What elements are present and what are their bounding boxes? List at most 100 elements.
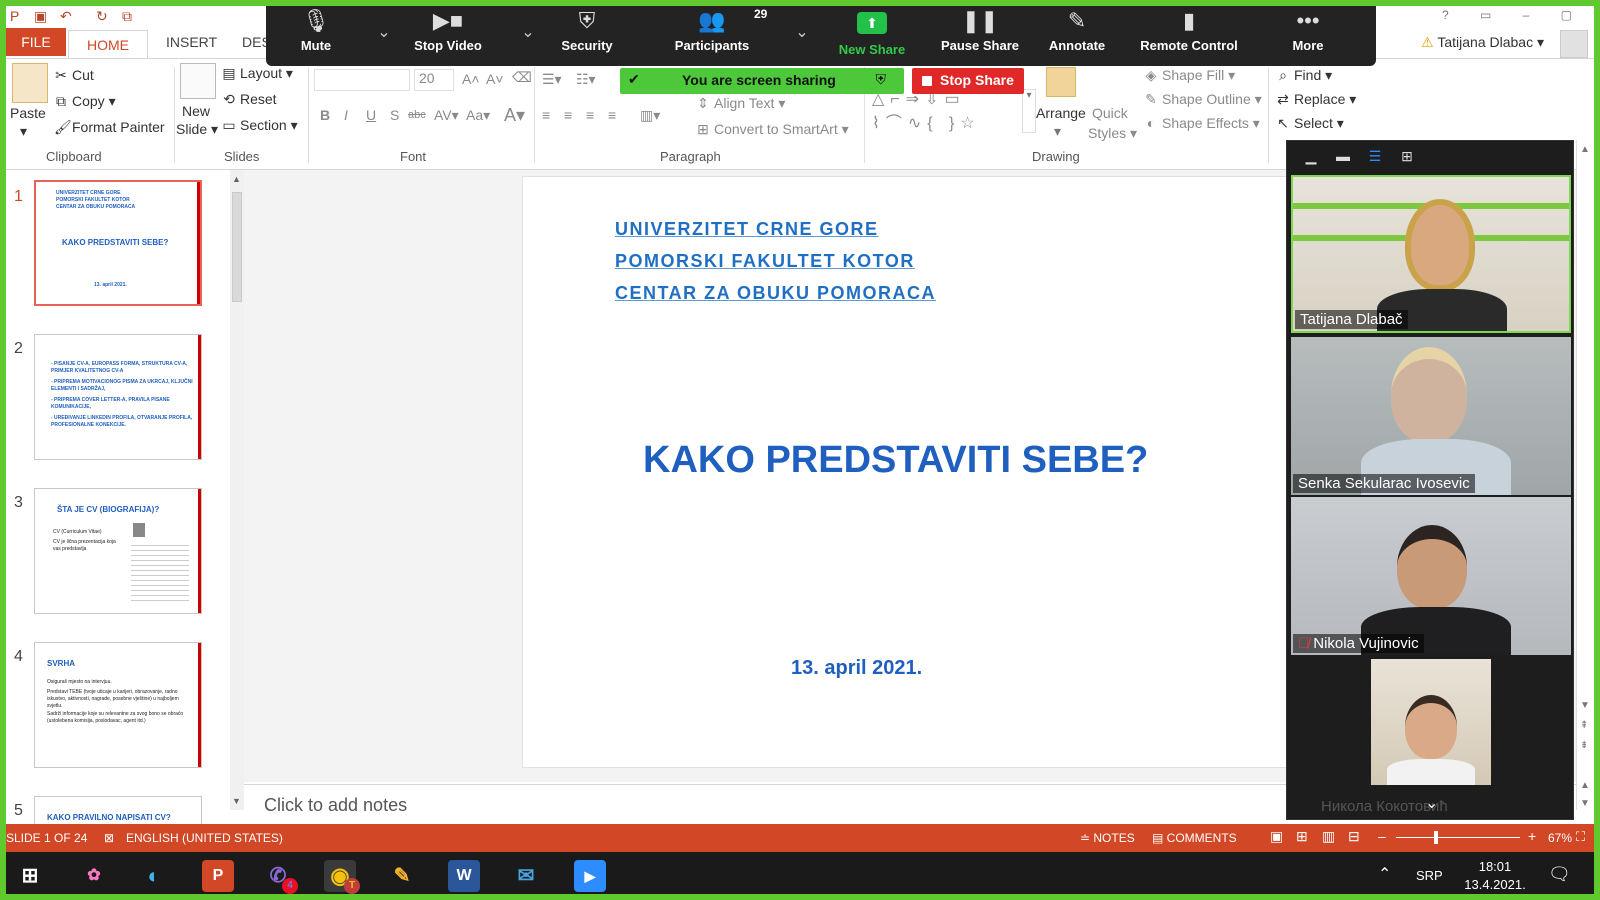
video-tile[interactable]: Tatijana Dlabač [1291, 175, 1571, 333]
scroll-thumb[interactable] [232, 192, 242, 302]
zoom-out-icon[interactable]: – [1378, 828, 1386, 844]
slide-date[interactable]: 13. april 2021. [791, 657, 922, 680]
strikethrough-icon[interactable]: abc [408, 109, 426, 121]
spellcheck-icon[interactable]: ⊠ [104, 831, 114, 845]
notes-button[interactable]: ≐ NOTES [1080, 831, 1135, 845]
paste-dropdown-icon[interactable]: ▾ [20, 123, 27, 140]
next-slide-icon[interactable]: ⇟ [1580, 740, 1588, 751]
redo-icon[interactable]: ↻ [96, 8, 108, 25]
shrink-font-icon[interactable]: A˅ [486, 71, 504, 87]
font-color-icon[interactable]: A▾ [504, 105, 525, 126]
zoom-level[interactable]: 67% [1548, 831, 1572, 845]
video-options-chevron-icon[interactable]: ⌄ [518, 22, 538, 42]
quick-styles-label-1[interactable]: Quick [1092, 105, 1128, 121]
shadow-icon[interactable]: S [390, 107, 399, 123]
stop-share-button[interactable]: Stop Share [912, 68, 1024, 94]
thumbnails-scrollbar[interactable]: ▲ ▼ [230, 170, 244, 810]
replace-button[interactable]: ⇄ Replace ▾ [1276, 91, 1356, 108]
bullets-icon[interactable]: ☰▾ [542, 71, 562, 88]
gallery-view-icon[interactable]: ⊞ [1399, 149, 1415, 163]
paste-icon[interactable] [12, 63, 48, 103]
columns-icon[interactable]: ▥▾ [640, 107, 660, 124]
shapes-gallery[interactable]: △⌐⇒⇩▭ ⌇⌒∿{ }☆ [872, 89, 1022, 133]
video-tile[interactable]: 🎙̸ Nikola Vujinovic [1291, 497, 1571, 655]
section-button[interactable]: ▭ Section ▾ [222, 117, 297, 134]
font-size-select[interactable]: 20 [414, 69, 454, 91]
char-spacing-icon[interactable]: AV▾ [434, 107, 459, 124]
edge-browser-icon[interactable]: ◐ [138, 860, 170, 892]
comments-button[interactable]: ▤ COMMENTS [1152, 831, 1237, 845]
user-account[interactable]: ⚠ Tatijana Dlabac ▾ [1421, 34, 1544, 51]
arrange-button[interactable]: Arrange [1036, 105, 1086, 121]
tray-expand-icon[interactable]: ⌃ [1378, 864, 1391, 884]
pause-share-button[interactable]: ❚❚ Pause Share [938, 0, 1022, 66]
scroll-up-icon[interactable]: ▲ [1580, 144, 1590, 155]
powerpoint-taskbar-icon[interactable]: P [202, 860, 234, 892]
arrange-icon[interactable] [1046, 67, 1076, 97]
font-name-select[interactable] [314, 69, 410, 91]
change-case-icon[interactable]: Aa▾ [466, 107, 490, 124]
align-left-icon[interactable]: ≡ [542, 107, 550, 123]
arrange-dropdown-icon[interactable]: ▾ [1054, 123, 1061, 140]
numbering-icon[interactable]: ☷▾ [576, 71, 596, 88]
slide-thumbnail-2[interactable]: - PISANJE CV-A, EUROPASS FORMA, STRUKTUR… [34, 334, 202, 460]
shape-fill-button[interactable]: ◈ Shape Fill ▾ [1144, 67, 1236, 84]
language-indicator[interactable]: ENGLISH (UNITED STATES) [126, 831, 283, 845]
zoom-in-icon[interactable]: + [1528, 828, 1536, 844]
zoom-slider-thumb[interactable] [1434, 831, 1438, 844]
slide-title[interactable]: KAKO PREDSTAVITI SEBE? [643, 439, 1148, 482]
video-tile[interactable]: Никола Кокотовић ⌄ [1291, 659, 1571, 819]
paste-button[interactable]: Paste [10, 105, 46, 121]
zoom-app-icon[interactable]: ▶ [574, 860, 606, 892]
avatar[interactable] [1560, 30, 1588, 58]
scroll-up-icon[interactable]: ▲ [1580, 780, 1590, 791]
windows-start-icon[interactable]: ⊞ [14, 860, 46, 892]
convert-smartart-button[interactable]: ⊞ Convert to SmartArt ▾ [696, 121, 849, 138]
shape-effects-button[interactable]: ◐ Shape Effects ▾ [1144, 115, 1260, 132]
tab-insert[interactable]: INSERT [166, 34, 217, 50]
current-slide[interactable]: UNIVERZITET CRNE GORE POMORSKI FAKULTET … [522, 176, 1292, 768]
viber-icon[interactable]: ✆ 4 [262, 860, 298, 894]
tab-file[interactable]: FILE [6, 28, 66, 56]
paint3d-icon[interactable]: ✎ [386, 860, 418, 892]
scroll-up-icon[interactable]: ▲ [232, 174, 241, 184]
system-clock[interactable]: 18:01 13.4.2021. [1460, 858, 1530, 894]
find-button[interactable]: ⌕ Find ▾ [1276, 67, 1332, 84]
scroll-down-icon[interactable]: ▼ [1580, 798, 1590, 809]
format-painter-button[interactable]: 🖌Format Painter [54, 119, 165, 136]
speaker-view-icon[interactable]: ☰ [1367, 149, 1383, 163]
reset-button[interactable]: ⟲ Reset [222, 91, 276, 108]
audio-options-chevron-icon[interactable]: ⌄ [374, 22, 394, 42]
grow-font-icon[interactable]: A˄ [462, 71, 480, 87]
copy-button[interactable]: ⧉ Copy ▾ [54, 93, 116, 110]
align-center-icon[interactable]: ≡ [564, 107, 572, 123]
slide-heading-line-2[interactable]: POMORSKI FAKULTET KOTOR [615, 251, 915, 272]
align-text-button[interactable]: ⇕ Align Text ▾ [696, 95, 785, 112]
start-slideshow-icon[interactable]: ⧉ [122, 8, 132, 25]
save-icon[interactable]: ▣ [34, 8, 47, 25]
paint-app-icon[interactable]: ✿ [78, 860, 110, 892]
quick-styles-label-2[interactable]: Styles ▾ [1088, 125, 1137, 142]
zoom-slider[interactable] [1396, 837, 1520, 838]
thumbnail-view-icon[interactable]: ▬ [1335, 149, 1351, 163]
scroll-down-icon[interactable]: ▼ [232, 796, 241, 806]
justify-icon[interactable]: ≡ [608, 107, 616, 123]
chrome-browser-icon[interactable]: ◉ T [324, 860, 360, 894]
mute-button[interactable]: 🎙 Mute [284, 0, 348, 66]
slide-thumbnail-1[interactable]: UNIVERZITET CRNE GORE POMORSKI FAKULTET … [34, 180, 202, 306]
window-controls[interactable]: ? ▭ – ▢ [1442, 8, 1586, 22]
stop-video-button[interactable]: ▶■ Stop Video [408, 0, 488, 66]
italic-icon[interactable]: I [344, 107, 348, 123]
editor-scrollbar[interactable]: ▲ ▼ ⇞ ⇟ ▲ ▼ [1576, 140, 1594, 810]
new-slide-label-2[interactable]: Slide ▾ [176, 121, 218, 138]
select-button[interactable]: ↖ Select ▾ [1276, 115, 1344, 132]
layout-button[interactable]: ▤ Layout ▾ [222, 65, 293, 82]
minimize-icon[interactable]: ▁ [1303, 149, 1319, 163]
participants-button[interactable]: 👥 29 Participants [666, 0, 768, 66]
fit-to-window-icon[interactable]: ⛶ [1576, 829, 1585, 845]
slide-sorter-icon[interactable]: ⊞ [1296, 828, 1308, 845]
notification-center-icon[interactable]: 🗨 [1548, 864, 1571, 885]
new-share-button[interactable]: ⬆ New Share [832, 0, 912, 66]
tab-home[interactable]: HOME [68, 30, 148, 59]
underline-icon[interactable]: U [366, 107, 376, 123]
